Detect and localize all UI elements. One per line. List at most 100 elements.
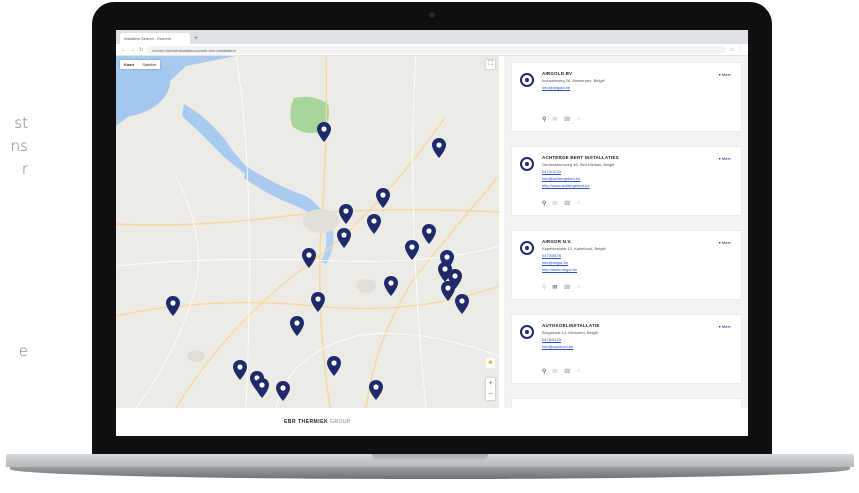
more-toggle[interactable]: ▾ Meer	[719, 240, 731, 245]
back-icon[interactable]: ←	[121, 47, 126, 53]
installer-icon-row: ⚲ ✉ ☎ ⌂	[542, 116, 581, 123]
forward-icon[interactable]: →	[130, 47, 135, 53]
map-pin-icon[interactable]	[369, 380, 383, 400]
service-icon[interactable]: ⚲	[542, 368, 546, 375]
map-type-control: Kaart Satelliet	[120, 60, 161, 69]
service-icon[interactable]: ⚲	[542, 284, 546, 291]
service-icon[interactable]: ✉	[552, 116, 557, 123]
map-type-satellite-button[interactable]: Satelliet	[138, 60, 160, 69]
street-view-icon[interactable]: ☻	[486, 358, 495, 368]
map-pin-icon[interactable]	[405, 240, 419, 260]
installer-address: Gentsesteenweg 48, Sint-Niklaas, België	[542, 162, 615, 167]
map-pin-icon[interactable]	[337, 228, 351, 248]
installer-logo-icon	[520, 157, 534, 171]
installer-card[interactable]: ACHTERGE BERT INSTALLATIES Gentsesteenweg…	[511, 146, 742, 216]
installer-logo-icon	[520, 325, 534, 339]
text-fragment: st	[14, 114, 28, 132]
service-icon[interactable]: ⌂	[577, 368, 581, 375]
installer-icon-row: ⚲ ✉ ☎ ⌂	[542, 284, 581, 291]
map-pin-icon[interactable]	[422, 224, 436, 244]
laptop-screen: Installers Search - Ecorem + ← → ↻ ecore…	[116, 30, 748, 436]
installer-name: AIRGOR N.V.	[542, 239, 572, 244]
map-pin-icon[interactable]	[276, 381, 290, 401]
text-fragment: e	[18, 342, 28, 360]
installer-name: AIRGOLD BV	[542, 71, 573, 76]
installer-card[interactable]: AIRGOLD BV Industrieweg 26, Antwerpen, Be…	[511, 62, 742, 132]
laptop-base-edge	[10, 467, 850, 479]
laptop-lid-notch	[372, 454, 488, 461]
reload-icon[interactable]: ↻	[139, 47, 143, 53]
installer-icon-row: ⚲ ✉ ☎ ⌂	[542, 200, 581, 207]
installer-contact-link[interactable]: info@achtergebert.be	[542, 176, 733, 181]
zoom-in-button[interactable]: +	[486, 378, 495, 389]
map-pin-icon[interactable]	[339, 204, 353, 224]
installer-name: AUTOKOELINSTALLATIE	[542, 323, 600, 328]
map-pin-icon[interactable]	[255, 378, 269, 398]
fullscreen-icon[interactable]: ⛶	[486, 60, 495, 69]
map-pin-icon[interactable]	[327, 356, 341, 376]
background-page-text: st ns r e	[0, 112, 40, 360]
map-pin-icon[interactable]	[455, 294, 469, 314]
more-toggle[interactable]: ▾ Meer	[719, 156, 731, 161]
installer-contact-link[interactable]: 0478/9123	[542, 337, 733, 342]
installer-list[interactable]: AIRGOLD BV Industrieweg 26, Antwerpen, Be…	[504, 56, 748, 408]
installer-contact-link[interactable]: 0474/1234	[542, 169, 733, 174]
footer-brand-suffix: GROUP	[329, 419, 351, 425]
service-icon[interactable]: ⚲	[542, 200, 546, 207]
installer-card[interactable]: AUTOKOELINSTALLATIE Brugstraat 14, Merkse…	[511, 314, 742, 384]
installer-contact-link[interactable]: http://www.achtergebert.be	[542, 183, 733, 188]
service-icon[interactable]: ⚲	[542, 116, 546, 123]
map-pin-icon[interactable]	[290, 316, 304, 336]
map-pin-icon[interactable]	[311, 292, 325, 312]
installer-contact-link[interactable]: info@autokoel.be	[542, 344, 733, 349]
installer-name: ACHTERGE BERT INSTALLATIES	[542, 155, 619, 160]
text-fragment: r	[21, 160, 28, 178]
star-icon[interactable]: ☆	[730, 47, 734, 53]
map-pin-icon[interactable]	[376, 188, 390, 208]
page-footer: EBR THERMIEK GROUP	[116, 408, 748, 436]
text-fragment: ns	[10, 137, 28, 155]
more-toggle[interactable]: ▾ Meer	[719, 324, 731, 329]
service-icon[interactable]: ☎	[563, 116, 570, 123]
more-toggle[interactable]: ▾ Meer	[719, 72, 731, 77]
map-pin-icon[interactable]	[302, 248, 316, 268]
service-icon[interactable]: ⌂	[577, 284, 581, 291]
map-pin-icon[interactable]	[432, 138, 446, 158]
installer-logo-icon	[520, 73, 534, 87]
installer-logo-icon	[520, 241, 534, 255]
installer-card[interactable]: AIRGOR N.V. Kapelsestraat 13, Kalmthout, …	[511, 230, 742, 300]
service-icon[interactable]: ⌂	[577, 200, 581, 207]
installer-address: Industrieweg 26, Antwerpen, België	[542, 78, 605, 83]
service-icon[interactable]: ✉	[552, 284, 557, 291]
map-pin-icon[interactable]	[384, 276, 398, 296]
installer-address: Brugstraat 14, Merksem, België	[542, 330, 599, 335]
menu-icon[interactable]: ⋮	[738, 47, 743, 53]
installer-contact-link[interactable]: 0473/5678	[542, 253, 733, 258]
installer-contact-link[interactable]: info@airgor.be	[542, 260, 733, 265]
laptop-lid: Installers Search - Ecorem + ← → ↻ ecore…	[92, 2, 772, 456]
service-icon[interactable]: ⌂	[577, 116, 581, 123]
installer-contact-link[interactable]: info@airgold.be	[542, 85, 733, 90]
address-bar[interactable]: ecorem.be/nl/installateurs/zoek-een-inst…	[147, 45, 726, 54]
service-icon[interactable]: ☎	[563, 368, 570, 375]
service-icon[interactable]: ☎	[563, 200, 570, 207]
service-icon[interactable]: ✉	[552, 368, 557, 375]
browser-tab[interactable]: Installers Search - Ecorem	[120, 33, 190, 44]
map-pin-icon[interactable]	[367, 214, 381, 234]
map-pin-icon[interactable]	[441, 281, 455, 301]
map-type-map-button[interactable]: Kaart	[120, 60, 138, 69]
zoom-control: + −	[486, 378, 495, 400]
browser-toolbar: ← → ↻ ecorem.be/nl/installateurs/zoek-ee…	[116, 44, 748, 56]
installer-card[interactable]: BARTECH & ZONEN▾ Meer	[511, 398, 742, 408]
map-pin-icon[interactable]	[317, 122, 331, 142]
new-tab-button[interactable]: +	[194, 34, 198, 44]
service-icon[interactable]: ✉	[552, 200, 557, 207]
map-pin-icon[interactable]	[166, 296, 180, 316]
webcam-icon	[429, 12, 435, 18]
zoom-out-button[interactable]: −	[486, 389, 495, 400]
browser-tab-strip: Installers Search - Ecorem +	[116, 30, 748, 44]
service-icon[interactable]: ☎	[563, 284, 570, 291]
installer-contact-link[interactable]: http://www.airgor.be	[542, 267, 733, 272]
map-pin-icon[interactable]	[233, 360, 247, 380]
map-view[interactable]: Kaart Satelliet ⛶ ☻ + −	[116, 56, 499, 408]
